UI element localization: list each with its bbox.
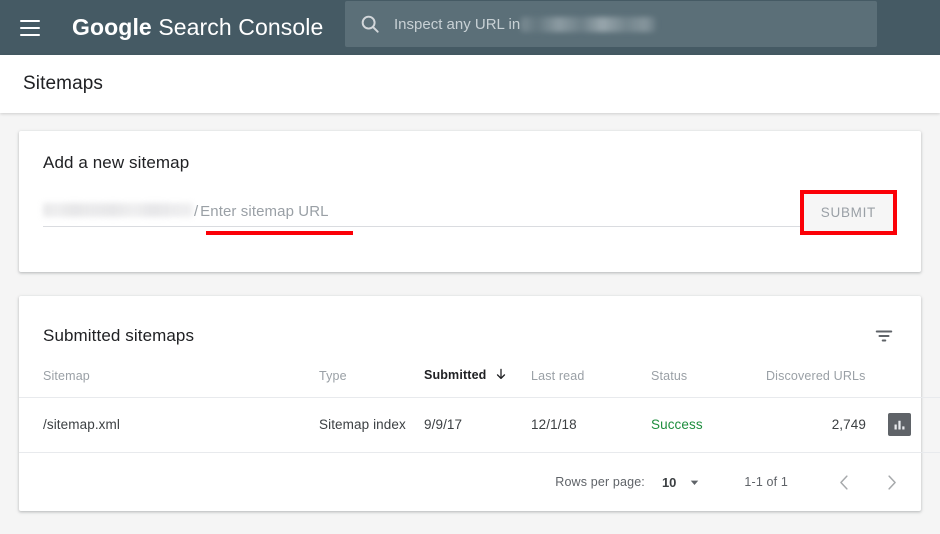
chevron-right-icon[interactable] (882, 473, 901, 492)
sort-descending-arrow-icon (494, 367, 508, 384)
table-header-row: Sitemap Type Submitted Last read Status … (19, 355, 940, 398)
submit-button-annotation: SUBMIT (799, 190, 897, 235)
rows-per-page-label: Rows per page: (555, 475, 645, 489)
hamburger-menu-icon[interactable] (14, 12, 46, 44)
cell-last-read: 12/1/18 (531, 397, 651, 453)
search-icon (359, 13, 381, 35)
hamburger-bar-2 (20, 26, 40, 29)
cell-sitemap[interactable]: /sitemap.xml (19, 397, 319, 453)
cell-action (888, 397, 940, 453)
submitted-sitemaps-card: Submitted sitemaps Sitemap Type Submitte… (19, 296, 940, 511)
url-inspection-search-bar[interactable]: Inspect any URL in (345, 1, 877, 47)
sitemap-url-input[interactable]: Enter sitemap URL (200, 203, 328, 220)
sitemaps-table-head: Sitemap Type Submitted Last read Status … (19, 355, 940, 398)
cell-discovered-urls: 2,749 (766, 397, 888, 453)
chevron-down-icon[interactable] (687, 475, 702, 490)
column-header-status[interactable]: Status (651, 355, 766, 398)
sitemap-input-row: / Enter sitemap URL SUBMIT (43, 190, 897, 235)
pagination-range-label: 1-1 of 1 (744, 475, 788, 489)
sitemaps-table: Sitemap Type Submitted Last read Status … (19, 355, 940, 453)
column-header-discovered-urls[interactable]: Discovered URLs (766, 355, 888, 398)
app-bar: Google Search Console Inspect any URL in (0, 0, 940, 55)
hamburger-bar-3 (20, 33, 40, 36)
hamburger-bar-1 (20, 19, 40, 22)
column-header-submitted[interactable]: Submitted (424, 355, 531, 398)
page-title-bar: Sitemaps (0, 55, 940, 113)
redacted-domain-header (521, 17, 657, 33)
path-separator: / (194, 203, 199, 220)
rows-per-page-value[interactable]: 10 (662, 475, 676, 490)
search-input[interactable]: Inspect any URL in (394, 15, 657, 33)
column-header-last-read[interactable]: Last read (531, 355, 651, 398)
column-header-sitemap[interactable]: Sitemap (19, 355, 319, 398)
cell-submitted: 9/9/17 (424, 397, 531, 453)
submit-button[interactable]: SUBMIT (803, 194, 893, 231)
sitemap-url-field[interactable]: / Enter sitemap URL (43, 202, 812, 227)
redacted-domain-prefix (43, 203, 193, 217)
brand-logo[interactable]: Google Search Console (72, 14, 323, 41)
submitted-sitemaps-header: Submitted sitemaps (19, 296, 921, 355)
filter-icon[interactable] (873, 325, 895, 347)
column-header-submitted-label: Submitted (424, 368, 487, 382)
submitted-sitemaps-heading: Submitted sitemaps (43, 326, 195, 345)
add-sitemap-heading: Add a new sitemap (43, 153, 190, 172)
bar-chart-icon[interactable] (888, 413, 911, 436)
add-sitemap-card: Add a new sitemap / Enter sitemap URL SU… (19, 131, 921, 272)
column-header-type[interactable]: Type (319, 355, 424, 398)
sitemaps-table-body: /sitemap.xml Sitemap index 9/9/17 12/1/1… (19, 397, 940, 453)
chevron-left-icon[interactable] (835, 473, 854, 492)
brand-google: Google (72, 14, 152, 40)
cell-status: Success (651, 397, 766, 453)
main-content: Add a new sitemap / Enter sitemap URL SU… (0, 113, 940, 534)
red-underline-annotation (206, 231, 353, 235)
brand-search-console: Search Console (151, 14, 324, 40)
table-row[interactable]: /sitemap.xml Sitemap index 9/9/17 12/1/1… (19, 397, 940, 453)
table-pagination-footer: Rows per page: 10 1-1 of 1 (19, 453, 921, 511)
search-placeholder-text: Inspect any URL in (394, 15, 521, 33)
page-title: Sitemaps (23, 73, 104, 94)
cell-type: Sitemap index (319, 397, 424, 453)
column-header-action (888, 355, 940, 398)
